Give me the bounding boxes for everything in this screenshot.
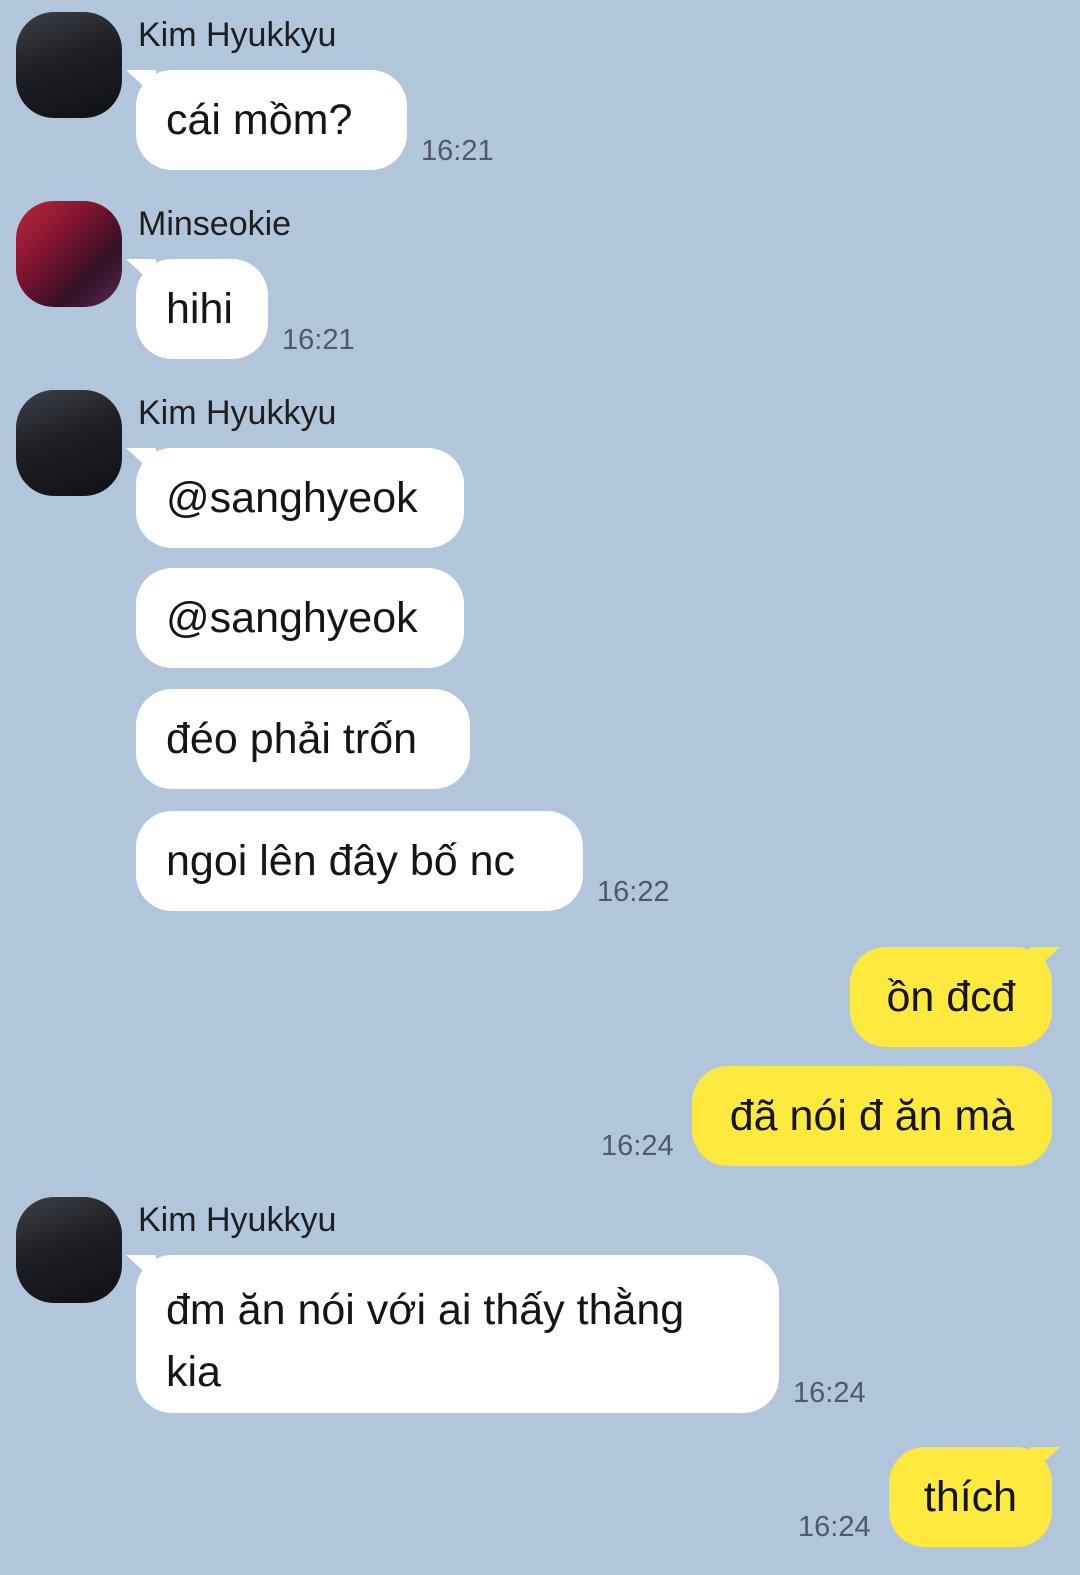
sender-name: Minseokie xyxy=(138,205,292,243)
message-text: đm ăn nói với ai thấy thằng kia xyxy=(166,1286,685,1396)
message-bubble[interactable]: hihi xyxy=(126,259,268,359)
message-text: ngoi lên đây bố nc xyxy=(166,836,516,885)
avatar-kim-hyukkyu[interactable] xyxy=(16,12,122,118)
message-timestamp: 16:24 xyxy=(793,1377,866,1409)
message-text: @sanghyeok xyxy=(166,593,418,642)
my-message-bubble[interactable]: thích xyxy=(889,1447,1060,1547)
sender-name: Kim Hyukkyu xyxy=(138,16,337,54)
message-bubble[interactable]: cái mồm? xyxy=(126,70,407,170)
message-timestamp: 16:24 xyxy=(798,1511,871,1543)
message-bubble[interactable]: @sanghyeok xyxy=(126,448,464,548)
sender-name: Kim Hyukkyu xyxy=(138,1201,337,1239)
message-bubble[interactable]: đm ăn nói với ai thấy thằng kia xyxy=(126,1255,779,1413)
my-message-bubble[interactable]: đã nói đ ăn mà xyxy=(692,1066,1052,1166)
message-timestamp: 16:22 xyxy=(597,876,670,908)
message-text: @sanghyeok xyxy=(166,473,418,522)
message-text: ồn đcđ xyxy=(886,972,1016,1021)
message-text: cái mồm? xyxy=(166,95,353,144)
message-text: thích xyxy=(923,1472,1018,1521)
message-timestamp: 16:21 xyxy=(421,135,494,167)
sender-name: Kim Hyukkyu xyxy=(138,394,337,432)
message-timestamp: 16:24 xyxy=(601,1130,674,1162)
message-bubble[interactable]: @sanghyeok xyxy=(136,568,464,668)
avatar-minseokie[interactable] xyxy=(16,201,122,307)
avatar-kim-hyukkyu[interactable] xyxy=(16,390,122,496)
message-bubble[interactable]: đéo phải trốn xyxy=(136,689,470,789)
message-timestamp: 16:21 xyxy=(282,324,355,356)
message-text: đã nói đ ăn mà xyxy=(729,1091,1015,1140)
message-text: đéo phải trốn xyxy=(166,714,418,763)
avatar-kim-hyukkyu[interactable] xyxy=(16,1197,122,1303)
my-message-bubble[interactable]: ồn đcđ xyxy=(850,947,1060,1047)
message-bubble[interactable]: ngoi lên đây bố nc xyxy=(136,811,583,911)
message-text: hihi xyxy=(166,284,233,333)
